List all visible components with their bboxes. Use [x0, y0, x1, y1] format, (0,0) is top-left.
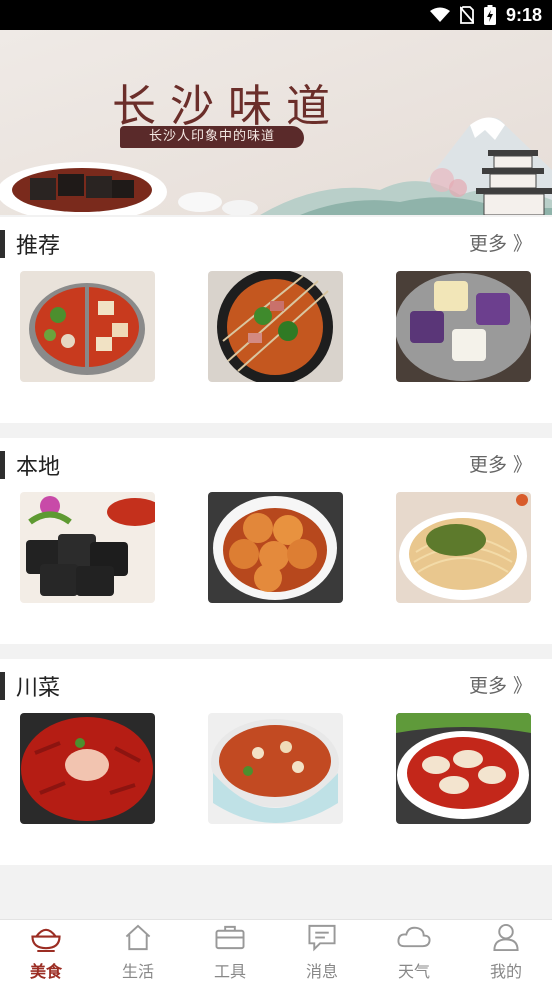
status-time: 9:18	[505, 4, 542, 25]
section-title: 川菜	[16, 676, 61, 701]
double-chevron-right-icon: 》	[512, 233, 532, 255]
message-icon	[308, 924, 336, 952]
section-accent-bar	[0, 451, 5, 479]
banner-subtitle: 长沙人印象中的味道	[120, 126, 304, 148]
tab-label: 生活	[121, 962, 154, 981]
hotpot-image	[20, 271, 155, 382]
no-sim-icon	[459, 6, 474, 24]
more-link[interactable]: 更多 》	[469, 450, 532, 477]
double-chevron-right-icon: 》	[512, 675, 532, 697]
food-card-spicy-stew[interactable]	[208, 713, 343, 824]
section-accent-bar	[0, 672, 5, 700]
more-link[interactable]: 更多 》	[469, 671, 532, 698]
tab-label: 工具	[213, 962, 246, 981]
food-card-braised-eggs[interactable]	[208, 492, 343, 603]
more-link[interactable]: 更多 》	[469, 229, 532, 256]
home-icon	[125, 924, 151, 951]
section-title: 推荐	[16, 234, 61, 259]
food-card-chili-chicken[interactable]	[396, 713, 531, 824]
tab-food[interactable]: 美食	[0, 920, 92, 982]
more-label: 更多	[468, 675, 507, 697]
bottom-tab-bar: 美食 生活 工具 消息 天气 我的	[0, 919, 552, 982]
tab-me[interactable]: 我的	[460, 920, 552, 982]
wifi-icon	[429, 7, 450, 22]
double-chevron-right-icon: 》	[512, 454, 532, 476]
food-card-skewers[interactable]	[208, 271, 343, 382]
banner-title: 长沙味道	[112, 81, 344, 132]
rice-cakes-image	[396, 271, 531, 382]
chili-chicken-image	[396, 713, 531, 824]
section-sichuan: 川菜 更多 》	[0, 659, 552, 865]
bowl-icon	[31, 928, 61, 952]
section-recommend: 推荐 更多 》	[0, 217, 552, 423]
spicy-stew-image	[208, 713, 343, 824]
tab-life[interactable]: 生活	[92, 920, 184, 982]
cloud-icon	[397, 926, 431, 948]
more-label: 更多	[468, 454, 507, 476]
tab-label: 消息	[305, 962, 338, 981]
tab-weather[interactable]: 天气	[368, 920, 460, 982]
section-local: 本地 更多 》	[0, 438, 552, 644]
stinky-tofu-image	[20, 492, 155, 603]
tab-label: 我的	[489, 962, 522, 981]
tab-messages[interactable]: 消息	[276, 920, 368, 982]
food-card-hotpot[interactable]	[20, 271, 155, 382]
food-card-rice-cakes[interactable]	[396, 271, 531, 382]
user-icon	[493, 923, 519, 952]
section-title: 本地	[16, 455, 61, 480]
battery-charging-icon	[483, 5, 496, 25]
status-icons: 9:18	[429, 0, 542, 30]
skewers-image	[208, 271, 343, 382]
tab-tools[interactable]: 工具	[184, 920, 276, 982]
toolbox-icon	[215, 925, 245, 950]
status-bar: 9:18	[0, 0, 552, 30]
tab-label: 美食	[29, 962, 62, 981]
noodles-image	[396, 492, 531, 603]
braised-eggs-image	[208, 492, 343, 603]
more-label: 更多	[468, 233, 507, 255]
food-card-noodles[interactable]	[396, 492, 531, 603]
banner[interactable]: 长沙味道 长沙人印象中的味道	[0, 30, 552, 215]
section-accent-bar	[0, 230, 5, 258]
chili-shrimp-image	[20, 713, 155, 824]
food-card-stinky-tofu[interactable]	[20, 492, 155, 603]
food-card-chili-shrimp[interactable]	[20, 713, 155, 824]
tab-label: 天气	[397, 962, 430, 981]
